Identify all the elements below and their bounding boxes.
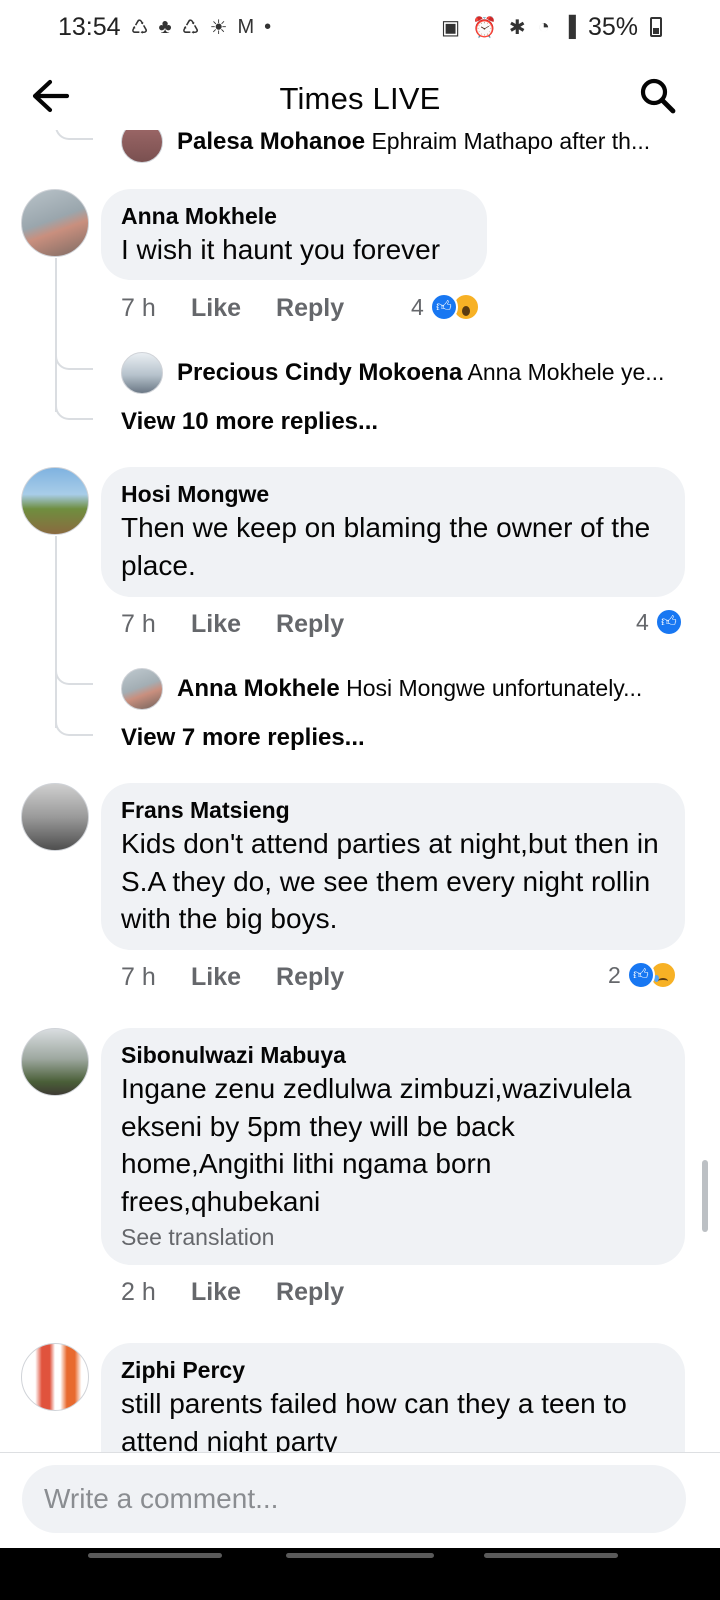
nav-back-handle[interactable] bbox=[484, 1553, 618, 1558]
thread-connector bbox=[55, 402, 93, 420]
bluetooth-icon: ✱ bbox=[508, 16, 526, 39]
sync-icon: ♺ bbox=[130, 16, 149, 39]
thread-connector bbox=[55, 130, 93, 140]
reply-author[interactable]: Anna Mokhele bbox=[177, 675, 340, 702]
status-time: 13:54 bbox=[58, 12, 121, 41]
weather-icon: ☀ bbox=[209, 16, 228, 39]
see-translation-link[interactable]: See translation bbox=[121, 1222, 665, 1252]
reaction-count: 4 bbox=[411, 293, 424, 320]
alarm-icon: ⏰ bbox=[472, 16, 497, 39]
sync-icon: ♺ bbox=[181, 16, 200, 39]
reply-author[interactable]: Precious Cindy Mokoena bbox=[177, 359, 462, 386]
system-nav-bar bbox=[0, 1548, 720, 1600]
reaction-summary[interactable]: 4 👍︎ bbox=[636, 605, 683, 639]
battery-icon bbox=[650, 17, 662, 37]
reaction-count: 2 bbox=[608, 961, 621, 988]
search-icon bbox=[640, 78, 676, 114]
avatar[interactable] bbox=[121, 352, 163, 394]
comment-text: Ingane zenu zedlulwa zimbuzi,wazivulela … bbox=[121, 1073, 632, 1217]
avatar[interactable] bbox=[21, 1028, 89, 1096]
comment-input[interactable] bbox=[22, 1465, 686, 1533]
avatar[interactable] bbox=[121, 668, 163, 710]
like-button[interactable]: Like bbox=[191, 1278, 241, 1307]
reaction-summary[interactable]: 4 👍︎ bbox=[411, 290, 480, 324]
view-more-replies-link[interactable]: View 7 more replies... bbox=[121, 721, 365, 755]
comment-time: 2 h bbox=[121, 1277, 156, 1306]
thread-connector bbox=[55, 718, 93, 736]
back-button[interactable] bbox=[28, 74, 72, 118]
status-bar: 13:54 ♺ ♣ ♺ ☀ M • ▣ ⏰ ✱ ◔ ▐ 35% bbox=[0, 0, 720, 54]
comment-author[interactable]: Anna Mokhele bbox=[121, 201, 467, 231]
comment-author[interactable]: Hosi Mongwe bbox=[121, 479, 665, 509]
nav-recents-handle[interactable] bbox=[88, 1553, 222, 1558]
wifi-icon: ◔ bbox=[537, 15, 550, 38]
comment-actions: 2 h Like Reply bbox=[121, 1275, 379, 1309]
comment-bubble[interactable]: Hosi Mongwe Then we keep on blaming the … bbox=[101, 467, 685, 597]
comment-composer bbox=[0, 1452, 720, 1548]
reply-author[interactable]: Palesa Mohanoe bbox=[177, 130, 365, 155]
thread-line bbox=[55, 258, 57, 412]
like-reaction-icon: 👍︎ bbox=[654, 608, 683, 636]
comment-text: Then we keep on blaming the owner of the… bbox=[121, 512, 651, 581]
like-button[interactable]: Like bbox=[191, 294, 241, 323]
status-left: 13:54 ♺ ♣ ♺ ☀ M • bbox=[58, 13, 271, 42]
lock-icon: ▣ bbox=[441, 16, 461, 39]
avatar[interactable] bbox=[21, 783, 89, 851]
reply-preview[interactable]: Precious Cindy Mokoena Anna Mokhele ye..… bbox=[121, 351, 691, 395]
signal-icon: ▐ bbox=[561, 15, 576, 38]
reply-snippet: Anna Mokhele ye... bbox=[467, 359, 665, 385]
comment-actions: 7 h Like Reply bbox=[121, 607, 379, 641]
like-reaction-icon: 👍︎ bbox=[429, 293, 458, 321]
reaction-count: 4 bbox=[636, 608, 649, 635]
comment-bubble[interactable]: Frans Matsieng Kids don't attend parties… bbox=[101, 783, 685, 950]
comment-text: still parents failed how can they a teen… bbox=[121, 1388, 627, 1457]
reply-preview-partial[interactable]: Palesa Mohanoe Ephraim Mathapo after th.… bbox=[121, 130, 691, 164]
nav-home-handle[interactable] bbox=[286, 1553, 434, 1558]
comment-actions: 7 h Like Reply bbox=[121, 960, 379, 994]
scrollbar[interactable] bbox=[702, 1160, 708, 1232]
arrow-left-icon bbox=[32, 79, 70, 113]
gmail-icon: M bbox=[237, 15, 255, 38]
reply-button[interactable]: Reply bbox=[276, 294, 344, 323]
reply-button[interactable]: Reply bbox=[276, 963, 344, 992]
comment-time: 7 h bbox=[121, 609, 156, 638]
comment-bubble[interactable]: Sibonulwazi Mabuya Ingane zenu zedlulwa … bbox=[101, 1028, 685, 1265]
view-more-replies-link[interactable]: View 10 more replies... bbox=[121, 405, 378, 439]
comment-actions: 7 h Like Reply bbox=[121, 291, 379, 325]
reply-button[interactable]: Reply bbox=[276, 1278, 344, 1307]
like-button[interactable]: Like bbox=[191, 610, 241, 639]
status-right: ▣ ⏰ ✱ ◔ ▐ 35% bbox=[441, 13, 662, 42]
comment-text: Kids don't attend parties at night,but t… bbox=[121, 828, 659, 934]
thread-line bbox=[55, 536, 57, 728]
reply-snippet: Hosi Mongwe unfortunately... bbox=[346, 675, 643, 701]
comment-author[interactable]: Ziphi Percy bbox=[121, 1355, 665, 1385]
search-button[interactable] bbox=[636, 74, 680, 118]
comment-text: I wish it haunt you forever bbox=[121, 234, 441, 265]
comment-bubble[interactable]: Anna Mokhele I wish it haunt you forever bbox=[101, 189, 487, 280]
page-title: Times LIVE bbox=[279, 81, 441, 116]
like-reaction-icon: 👍︎ bbox=[626, 961, 655, 989]
reaction-summary[interactable]: 2 👍︎ bbox=[608, 958, 677, 992]
comment-time: 7 h bbox=[121, 962, 156, 991]
comment-author[interactable]: Sibonulwazi Mabuya bbox=[121, 1040, 665, 1070]
dot-icon: • bbox=[264, 15, 272, 38]
comment-author[interactable]: Frans Matsieng bbox=[121, 795, 665, 825]
thread-connector bbox=[55, 667, 93, 685]
reply-snippet: Ephraim Mathapo after th... bbox=[371, 130, 651, 154]
comments-feed[interactable]: Palesa Mohanoe Ephraim Mathapo after th.… bbox=[0, 130, 720, 1482]
avatar[interactable] bbox=[21, 1343, 89, 1411]
avatar[interactable] bbox=[21, 467, 89, 535]
battery-percent: 35% bbox=[587, 12, 638, 41]
comment-time: 7 h bbox=[121, 293, 156, 322]
notification-icon: ♣ bbox=[158, 15, 172, 38]
avatar[interactable] bbox=[121, 130, 163, 163]
reply-preview[interactable]: Anna Mokhele Hosi Mongwe unfortunately..… bbox=[121, 667, 691, 711]
reply-button[interactable]: Reply bbox=[276, 610, 344, 639]
thread-connector bbox=[55, 352, 93, 370]
avatar[interactable] bbox=[21, 189, 89, 257]
like-button[interactable]: Like bbox=[191, 963, 241, 992]
